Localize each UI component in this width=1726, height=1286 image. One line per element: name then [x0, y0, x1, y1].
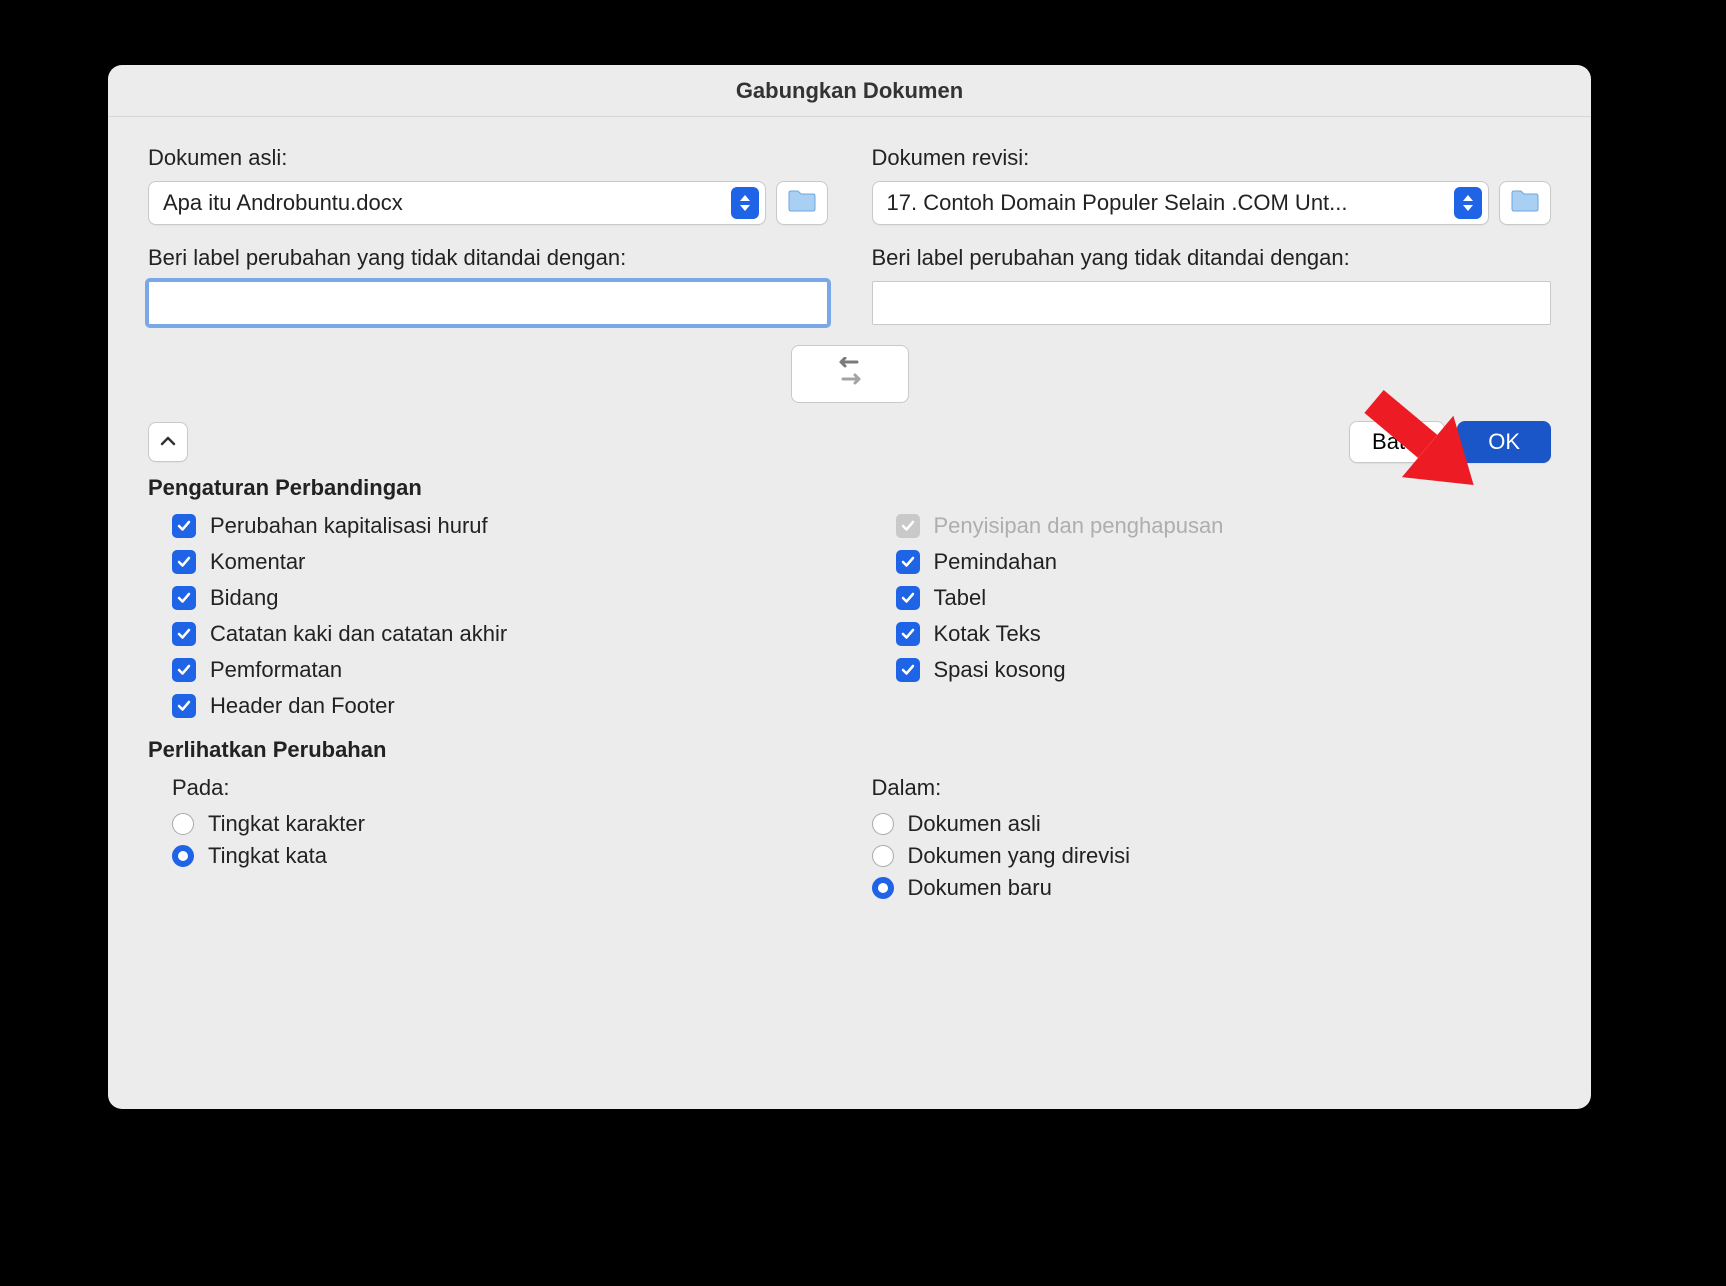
- checkbox-icon: [172, 586, 196, 610]
- checkbox-icon: [896, 550, 920, 574]
- checkbox-icon: [172, 514, 196, 538]
- checkbox-icon: [172, 550, 196, 574]
- original-mark-label: Beri label perubahan yang tidak ditandai…: [148, 245, 828, 271]
- original-mark-input[interactable]: [148, 281, 828, 325]
- check-comments[interactable]: Komentar: [172, 549, 828, 575]
- radio-icon: [872, 845, 894, 867]
- folder-icon: [787, 189, 817, 218]
- swap-documents-button[interactable]: [791, 345, 909, 403]
- revised-mark-label: Beri label perubahan yang tidak ditandai…: [872, 245, 1552, 271]
- check-label: Bidang: [210, 585, 279, 611]
- original-file-name: Apa itu Androbuntu.docx: [163, 190, 731, 216]
- at-label: Pada:: [172, 775, 828, 801]
- revised-file-name: 17. Contoh Domain Populer Selain .COM Un…: [887, 190, 1455, 216]
- comparison-settings-title: Pengaturan Perbandingan: [148, 475, 1551, 501]
- show-changes-title: Perlihatkan Perubahan: [148, 737, 1551, 763]
- check-header-footer[interactable]: Header dan Footer: [172, 693, 828, 719]
- check-label: Header dan Footer: [210, 693, 395, 719]
- check-moves[interactable]: Pemindahan: [896, 549, 1552, 575]
- comparison-left-column: Perubahan kapitalisasi huruf Komentar Bi…: [148, 513, 828, 729]
- radio-label: Dokumen baru: [908, 875, 1052, 901]
- radio-icon: [172, 845, 194, 867]
- revised-file-select[interactable]: 17. Contoh Domain Populer Selain .COM Un…: [872, 181, 1490, 225]
- original-label: Dokumen asli:: [148, 145, 828, 171]
- check-fields[interactable]: Bidang: [172, 585, 828, 611]
- checkbox-icon: [896, 514, 920, 538]
- folder-icon: [1510, 189, 1540, 218]
- checkbox-icon: [172, 658, 196, 682]
- check-textboxes[interactable]: Kotak Teks: [896, 621, 1552, 647]
- check-label: Perubahan kapitalisasi huruf: [210, 513, 488, 539]
- radio-new-doc[interactable]: Dokumen baru: [872, 875, 1552, 901]
- comparison-right-column: Penyisipan dan penghapusan Pemindahan Ta…: [872, 513, 1552, 729]
- check-formatting[interactable]: Pemformatan: [172, 657, 828, 683]
- radio-original-doc[interactable]: Dokumen asli: [872, 811, 1552, 837]
- checkbox-icon: [172, 694, 196, 718]
- show-changes-at-section: Pada: Tingkat karakter Tingkat kata: [148, 775, 828, 907]
- updown-icon: [731, 187, 759, 219]
- collapse-button[interactable]: [148, 422, 188, 462]
- radio-icon: [172, 813, 194, 835]
- check-label: Penyisipan dan penghapusan: [934, 513, 1224, 539]
- radio-label: Tingkat karakter: [208, 811, 365, 837]
- revised-label: Dokumen revisi:: [872, 145, 1552, 171]
- dialog-title: Gabungkan Dokumen: [108, 65, 1591, 117]
- revised-document-section: Dokumen revisi: 17. Contoh Domain Popule…: [872, 145, 1552, 325]
- check-label: Tabel: [934, 585, 987, 611]
- checkbox-icon: [896, 586, 920, 610]
- check-label: Pemformatan: [210, 657, 342, 683]
- dialog-content: Dokumen asli: Apa itu Androbuntu.docx: [108, 117, 1591, 937]
- check-label: Spasi kosong: [934, 657, 1066, 683]
- radio-character-level[interactable]: Tingkat karakter: [148, 811, 828, 837]
- checkbox-icon: [896, 622, 920, 646]
- check-label: Kotak Teks: [934, 621, 1041, 647]
- in-label: Dalam:: [872, 775, 1552, 801]
- revised-browse-button[interactable]: [1499, 181, 1551, 225]
- check-label: Catatan kaki dan catatan akhir: [210, 621, 507, 647]
- cancel-button[interactable]: Batal: [1349, 421, 1445, 463]
- checkbox-icon: [896, 658, 920, 682]
- radio-icon: [872, 877, 894, 899]
- check-footnotes[interactable]: Catatan kaki dan catatan akhir: [172, 621, 828, 647]
- check-label: Komentar: [210, 549, 305, 575]
- check-label: Pemindahan: [934, 549, 1058, 575]
- original-document-section: Dokumen asli: Apa itu Androbuntu.docx: [148, 145, 828, 325]
- radio-word-level[interactable]: Tingkat kata: [148, 843, 828, 869]
- checkbox-icon: [172, 622, 196, 646]
- radio-label: Dokumen yang direvisi: [908, 843, 1131, 869]
- combine-documents-dialog: Gabungkan Dokumen Dokumen asli: Apa itu …: [108, 65, 1591, 1109]
- ok-button[interactable]: OK: [1457, 421, 1551, 463]
- show-changes-in-section: Dalam: Dokumen asli Dokumen yang direvis…: [872, 775, 1552, 907]
- check-whitespace[interactable]: Spasi kosong: [896, 657, 1552, 683]
- check-capitalization[interactable]: Perubahan kapitalisasi huruf: [172, 513, 828, 539]
- radio-label: Dokumen asli: [908, 811, 1041, 837]
- original-browse-button[interactable]: [776, 181, 828, 225]
- revised-mark-input[interactable]: [872, 281, 1552, 325]
- check-tables[interactable]: Tabel: [896, 585, 1552, 611]
- chevron-up-icon: [160, 433, 176, 451]
- radio-revised-doc[interactable]: Dokumen yang direvisi: [872, 843, 1552, 869]
- updown-icon: [1454, 187, 1482, 219]
- radio-label: Tingkat kata: [208, 843, 327, 869]
- radio-icon: [872, 813, 894, 835]
- original-file-select[interactable]: Apa itu Androbuntu.docx: [148, 181, 766, 225]
- swap-arrows-icon: [833, 357, 867, 392]
- check-insertions-deletions: Penyisipan dan penghapusan: [896, 513, 1552, 539]
